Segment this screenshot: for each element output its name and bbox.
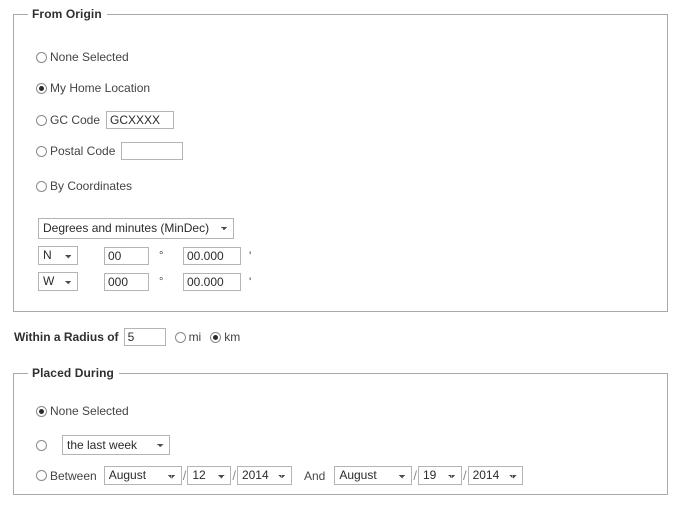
origin-postal-code-label: Postal Code [50, 144, 116, 158]
placed-option-none-selected[interactable]: None Selected [36, 404, 129, 418]
longitude-row: W ° ' [38, 272, 251, 291]
from-origin-legend: From Origin [32, 7, 102, 21]
placed-between-radio[interactable] [36, 470, 47, 481]
origin-none-selected-label: None Selected [50, 50, 129, 64]
coordinate-format-select[interactable]: Degrees and minutes (MinDec) [38, 218, 234, 239]
latitude-row: N ° ' [38, 246, 251, 265]
latitude-minutes-symbol: ' [249, 248, 252, 263]
longitude-minutes-input[interactable] [183, 272, 241, 291]
longitude-hemisphere-select[interactable]: W [38, 272, 78, 291]
from-origin-fieldset: From Origin None Selected My Home Locati… [13, 7, 668, 312]
origin-option-by-coordinates[interactable]: By Coordinates [36, 179, 132, 193]
from-year-select[interactable]: 2014 [236, 466, 292, 485]
placed-option-relative-period[interactable]: the last week [36, 435, 170, 455]
to-month-select[interactable]: August [334, 466, 413, 485]
origin-none-selected-radio[interactable] [36, 51, 47, 63]
placed-during-body: None Selected the last week Between Augu… [14, 380, 667, 494]
radius-unit-mi-radio[interactable] [174, 331, 186, 343]
to-year-select[interactable]: 2014 [467, 466, 523, 485]
between-label: Between [50, 468, 97, 483]
placed-during-legend: Placed During [32, 366, 114, 380]
relative-period-select[interactable]: the last week [62, 435, 170, 455]
latitude-degrees-symbol: ° [159, 249, 164, 262]
origin-gc-code-label: GC Code [50, 113, 101, 127]
origin-option-none-selected[interactable]: None Selected [36, 50, 129, 64]
origin-option-gc-code[interactable]: GC Code [36, 111, 175, 129]
origin-by-coordinates-radio[interactable] [36, 180, 47, 192]
origin-option-postal-code[interactable]: Postal Code [36, 142, 184, 160]
radius-unit-km-label: km [224, 330, 241, 344]
placed-none-selected-radio[interactable] [36, 405, 47, 417]
postal-code-input[interactable] [121, 142, 184, 160]
longitude-degrees-input[interactable] [104, 272, 149, 291]
search-filters-page: From Origin None Selected My Home Locati… [0, 0, 678, 508]
placed-none-selected-label: None Selected [50, 404, 129, 418]
origin-postal-code-radio[interactable] [36, 145, 47, 157]
origin-home-location-radio[interactable] [36, 82, 47, 94]
latitude-hemisphere-select[interactable]: N [38, 246, 78, 265]
radius-unit-mi-label: mi [188, 330, 202, 344]
latitude-minutes-input[interactable] [183, 246, 241, 265]
longitude-degrees-symbol: ° [159, 275, 164, 288]
radius-unit-km-radio[interactable] [210, 331, 222, 343]
coordinate-format-row: Degrees and minutes (MinDec) [38, 218, 234, 239]
from-origin-body: None Selected My Home Location GC Code P… [14, 21, 667, 311]
radius-label: Within a Radius of [14, 330, 119, 344]
from-month-select[interactable]: August [103, 466, 182, 485]
placed-option-between-dates[interactable]: Between August / 12 / 2014 And August / [36, 466, 523, 485]
origin-by-coordinates-label: By Coordinates [50, 179, 133, 193]
radius-input[interactable] [123, 328, 166, 346]
to-day-select[interactable]: 19 [417, 466, 462, 485]
placed-during-fieldset: Placed During None Selected the last wee… [13, 366, 668, 495]
origin-gc-code-radio[interactable] [36, 114, 47, 126]
origin-home-location-label: My Home Location [50, 81, 151, 95]
and-label: And [303, 468, 326, 483]
latitude-degrees-input[interactable] [104, 246, 149, 265]
origin-option-home-location[interactable]: My Home Location [36, 81, 150, 95]
placed-relative-period-radio[interactable] [36, 439, 47, 451]
gc-code-input[interactable] [106, 111, 175, 129]
longitude-minutes-symbol: ' [249, 274, 252, 289]
radius-row: Within a Radius of mi km [14, 328, 242, 346]
from-day-select[interactable]: 12 [187, 466, 232, 485]
